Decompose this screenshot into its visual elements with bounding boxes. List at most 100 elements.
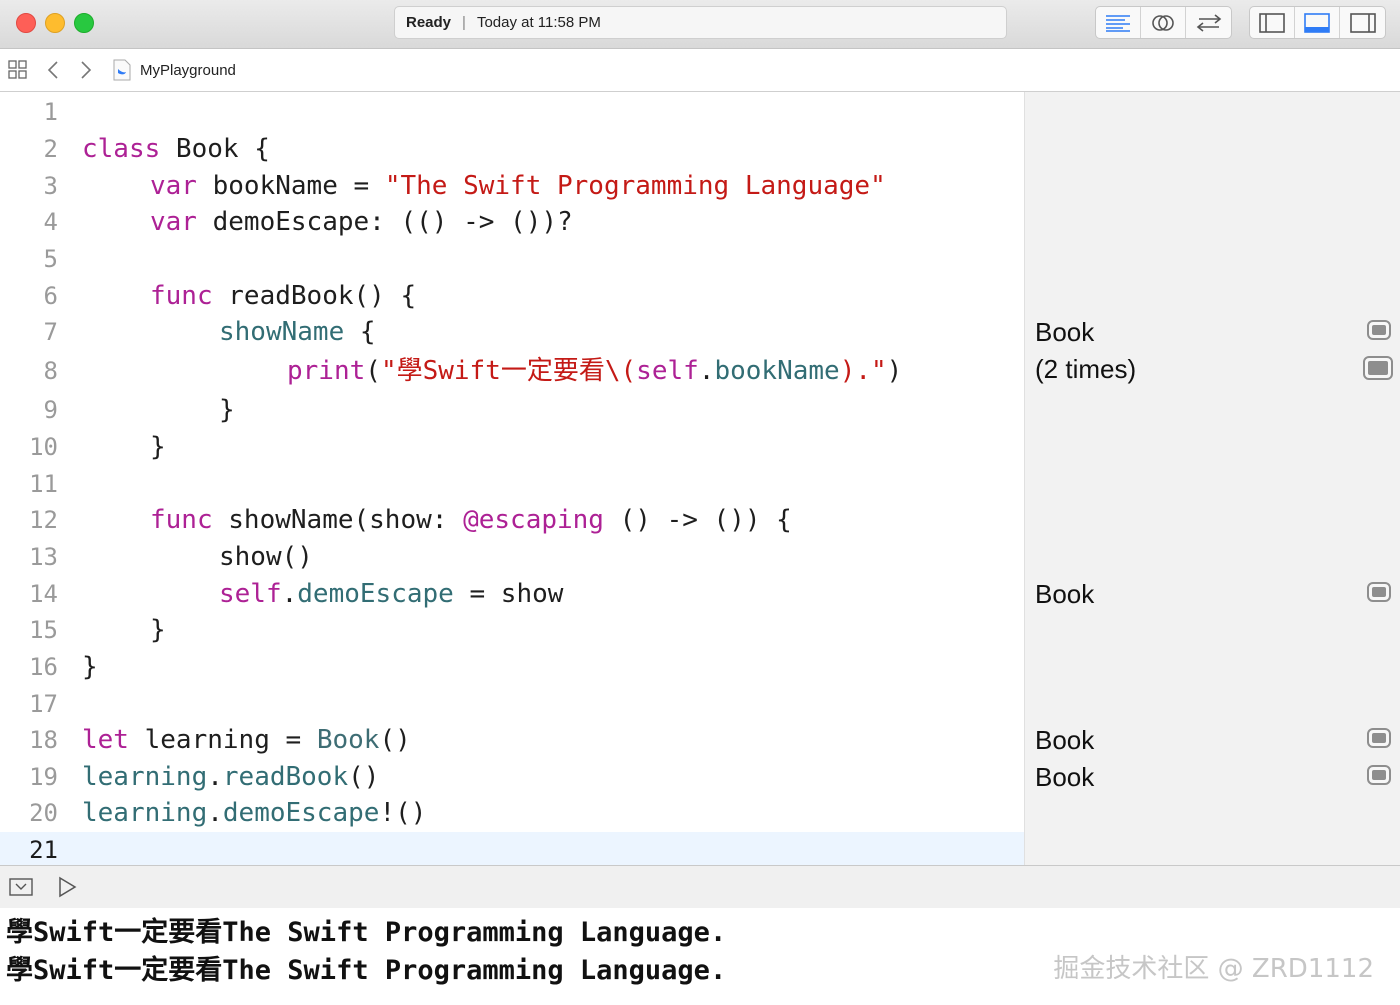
result-row: (2 times)	[1025, 351, 1400, 387]
close-window-button[interactable]	[16, 13, 36, 33]
line-number: 7	[43, 318, 58, 346]
code-text: learning.demoEscape!()	[82, 795, 426, 831]
line-number: 18	[29, 726, 58, 754]
standard-editor-button[interactable]	[1096, 7, 1141, 38]
forward-button[interactable]	[79, 49, 93, 91]
code-token: showName(show:	[212, 505, 464, 535]
code-token: Book {	[160, 134, 270, 164]
quick-look-button[interactable]	[1367, 320, 1391, 340]
code-token: .	[281, 579, 298, 609]
activity-status: Ready	[406, 14, 452, 31]
property-name: demoEscape	[222, 798, 380, 828]
code-text: self.demoEscape = show	[219, 576, 563, 612]
code-text: print("學Swift一定要看\(self.bookName).")	[287, 353, 902, 389]
code-text: }	[219, 395, 235, 425]
code-token: )	[886, 356, 903, 386]
line-number: 12	[29, 506, 58, 534]
line-number: 17	[29, 690, 58, 718]
line-number: 19	[29, 763, 58, 791]
string-literal: "The Swift Programming Language"	[384, 171, 886, 201]
code-token: = show	[453, 579, 564, 609]
line-number: 15	[29, 616, 58, 644]
quick-look-button[interactable]	[1367, 582, 1391, 602]
swift-file-icon	[113, 59, 131, 81]
back-button[interactable]	[46, 49, 60, 91]
quick-look-button[interactable]	[1367, 728, 1391, 748]
chevron-left-icon	[47, 61, 58, 79]
keyword: var	[150, 171, 197, 201]
run-playground-button[interactable]	[54, 875, 80, 899]
grid-icon	[8, 60, 27, 79]
code-line: 12 func showName(show: @escaping () -> (…	[0, 502, 1024, 538]
chevron-right-icon	[81, 61, 92, 79]
result-row: Book	[1025, 576, 1400, 612]
line-number: 8	[43, 357, 58, 385]
result-value: (2 times)	[1035, 354, 1137, 384]
related-items-button[interactable]	[8, 49, 28, 91]
code-line: 9 }	[0, 392, 1024, 428]
code-line: 4 var demoEscape: (() -> ())?	[0, 204, 1024, 240]
code-token: learning =	[128, 725, 317, 755]
code-text: showName {	[219, 314, 376, 350]
result-row: Book	[1025, 759, 1400, 795]
code-line: 20 learning.demoEscape!()	[0, 795, 1024, 831]
code-token: .	[207, 798, 223, 828]
version-editor-button[interactable]	[1186, 7, 1231, 38]
assistant-editor-button[interactable]	[1141, 7, 1186, 38]
code-line: 8 print("學Swift一定要看\(self.bookName).")	[0, 353, 1024, 389]
minimize-window-button[interactable]	[45, 13, 65, 33]
line-number: 16	[29, 653, 58, 681]
utilities-toggle-button[interactable]	[1340, 7, 1385, 38]
code-token: (	[365, 356, 381, 386]
watermark: 掘金技术社区 @ ZRD1112	[1053, 954, 1374, 984]
results-sidebar: Book (2 times) Book Book Book	[1024, 92, 1400, 865]
console-line: 學Swift一定要看The Swift Programming Language…	[6, 955, 727, 986]
zoom-window-button[interactable]	[74, 13, 94, 33]
quick-look-button[interactable]	[1367, 765, 1391, 785]
code-line: 3 var bookName = "The Swift Programming …	[0, 168, 1024, 204]
activity-separator: |	[462, 14, 466, 31]
play-icon	[59, 876, 77, 898]
standard-editor-icon	[1106, 14, 1130, 32]
attribute: @escaping	[463, 505, 604, 535]
line-number: 14	[29, 580, 58, 608]
keyword: class	[82, 134, 161, 164]
code-text: }	[150, 615, 166, 645]
view-toggle-segmented-control	[1249, 6, 1386, 39]
hide-debug-area-button[interactable]	[8, 875, 34, 899]
line-number: 9	[43, 396, 58, 424]
line-number: 1	[43, 98, 58, 126]
variable-name: learning	[82, 762, 208, 792]
code-token: () -> ()) {	[603, 505, 792, 535]
debug-area-toggle-button[interactable]	[1295, 7, 1340, 38]
code-text: var bookName = "The Swift Programming La…	[150, 168, 886, 204]
property-name: demoEscape	[297, 579, 454, 609]
utilities-toggle-icon	[1349, 12, 1376, 33]
line-number: 6	[43, 282, 58, 310]
navigator-toggle-button[interactable]	[1250, 7, 1295, 38]
string-literal: )."	[839, 356, 887, 386]
line-number: 4	[43, 208, 58, 236]
source-editor[interactable]: 1 2 class Book { 3 var bookName = "The S…	[0, 92, 1024, 868]
code-line: 19 learning.readBook()	[0, 759, 1024, 795]
keyword: func	[150, 281, 213, 311]
keyword: self	[636, 356, 699, 386]
window-toolbar: Ready | Today at 11:58 PM	[0, 0, 1400, 49]
code-token: ()	[379, 725, 411, 755]
current-code-line[interactable]: 21	[0, 832, 1024, 868]
code-token: .	[698, 356, 715, 386]
result-value: Book	[1035, 725, 1095, 755]
activity-time: Today at 11:58 PM	[476, 14, 601, 31]
type-name: Book	[316, 725, 380, 755]
code-token: {	[344, 317, 376, 347]
code-line: 15 }	[0, 612, 1024, 648]
quick-look-button[interactable]	[1363, 356, 1393, 380]
line-number: 2	[43, 135, 58, 163]
code-text: }	[150, 432, 166, 462]
result-value: Book	[1035, 762, 1095, 792]
result-row: Book	[1025, 722, 1400, 758]
breadcrumb[interactable]: MyPlayground	[112, 49, 236, 91]
code-line: 7 showName {	[0, 314, 1024, 350]
keyword: func	[150, 505, 213, 535]
keyword: let	[82, 725, 129, 755]
